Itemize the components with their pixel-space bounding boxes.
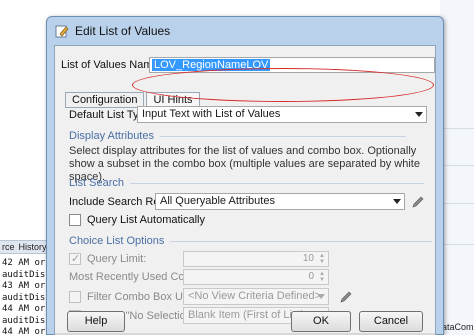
list-search-section: List Search (69, 177, 425, 189)
tab-ui-hints[interactable]: UI Hints (146, 92, 200, 107)
lov-name-field[interactable]: LOV_RegionNameLOV (149, 57, 435, 73)
filter-combo-select[interactable]: <No View Criteria Defined> (183, 288, 329, 305)
include-search-region-value: All Queryable Attributes (160, 195, 275, 207)
section-divider (170, 240, 433, 242)
dialog-body: List of Values Name: LOV_RegionNameLOV C… (54, 45, 436, 335)
include-search-region-label: Include Search Region: (69, 195, 184, 208)
background-right-panel (440, 0, 474, 335)
query-list-automatically-label: Query List Automatically (87, 214, 205, 226)
filter-combo-checkbox[interactable] (69, 290, 81, 303)
most-recently-used-label: Most Recently Used Count: (69, 271, 203, 283)
display-attributes-section: Display Attributes (69, 130, 406, 142)
ok-button[interactable]: OK (291, 311, 351, 332)
query-limit-value: 10 (302, 253, 314, 264)
section-divider (159, 135, 406, 137)
list-search-header: List Search (69, 177, 125, 189)
default-list-type-value: Input Text with List of Values (142, 108, 281, 120)
include-no-selection-value: Blank Item (First of List) (188, 309, 305, 321)
chevron-down-icon (393, 199, 401, 204)
chevron-down-icon (415, 112, 423, 117)
chevron-down-icon (317, 294, 325, 299)
tab-configuration[interactable]: Configuration (65, 92, 145, 107)
edit-lov-dialog: Edit List of Values List of Values Name:… (46, 16, 444, 335)
edit-icon (55, 24, 69, 38)
default-list-type-label: Default List Type: (69, 108, 154, 121)
spinner-arrows-icon[interactable]: ▲ ▼ (317, 271, 327, 283)
choice-list-header: Choice List Options (69, 235, 165, 247)
dialog-titlebar[interactable]: Edit List of Values (47, 17, 443, 45)
query-limit-checkbox[interactable] (69, 252, 81, 265)
edit-view-criteria-icon[interactable] (339, 290, 353, 304)
filter-combo-value: <No View Criteria Defined> (188, 290, 322, 302)
section-divider (130, 182, 425, 184)
most-recently-used-value: 0 (308, 271, 314, 282)
spinner-arrows-icon[interactable]: ▲ ▼ (317, 253, 327, 265)
query-limit-stepper[interactable]: 10 ▲ ▼ (183, 251, 329, 267)
background-tab-history[interactable]: History (19, 241, 47, 253)
include-search-region-select[interactable]: All Queryable Attributes (155, 193, 405, 210)
query-limit-label: Query Limit: (87, 253, 147, 265)
lov-name-label: List of Values Name: (61, 59, 162, 71)
filter-combo-label: Filter Combo Box Using: (87, 290, 207, 303)
default-list-type-select[interactable]: Input Text with List of Values (137, 106, 427, 123)
choice-list-options-section: Choice List Options (69, 235, 433, 247)
most-recently-used-stepper[interactable]: 0 ▲ ▼ (183, 269, 329, 285)
lov-name-value: LOV_RegionNameLOV (152, 59, 271, 71)
help-button[interactable]: Help (67, 311, 125, 332)
background-right-text: ataCom (442, 322, 474, 332)
dialog-title: Edit List of Values (75, 24, 171, 38)
query-list-automatically-checkbox[interactable] (69, 214, 81, 226)
background-tab[interactable]: rce (2, 241, 15, 253)
edit-search-region-icon[interactable] (411, 195, 425, 209)
tab-strip: Configuration UI Hints (65, 92, 202, 107)
display-attributes-header: Display Attributes (69, 130, 154, 142)
cancel-button[interactable]: Cancel (359, 311, 423, 332)
